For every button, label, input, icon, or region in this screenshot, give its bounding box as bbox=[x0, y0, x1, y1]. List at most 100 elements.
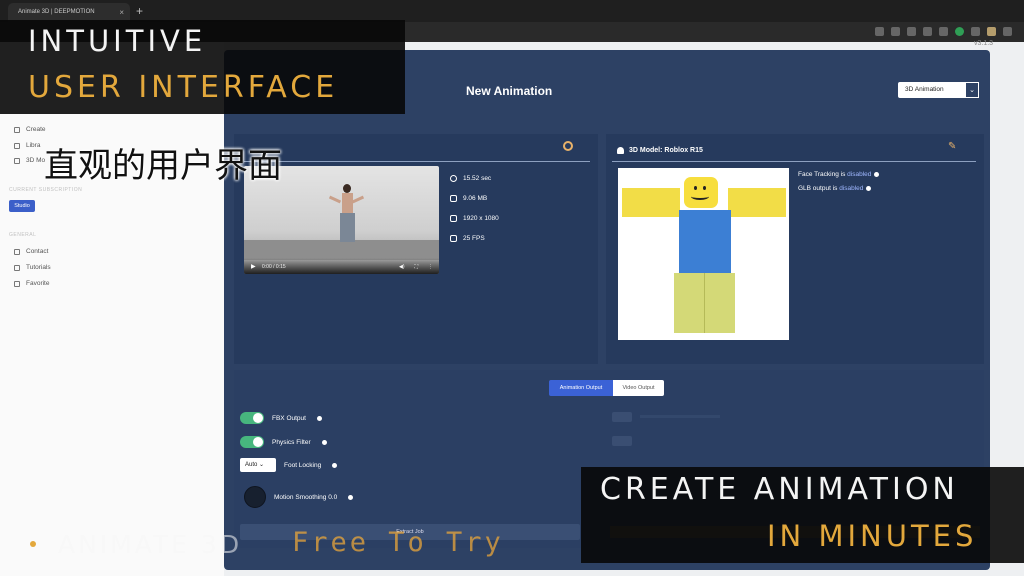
sidebar-item-tutorials[interactable]: Tutorials bbox=[14, 264, 51, 271]
status-value[interactable]: disabled bbox=[847, 171, 871, 178]
sidebar-section-subscription: CURRENT SUBSCRIPTION bbox=[9, 187, 83, 193]
play-icon[interactable]: ▶ bbox=[251, 263, 256, 270]
sidebar-item-3d-models[interactable]: 3D Mo bbox=[14, 157, 45, 164]
user-icon bbox=[617, 147, 624, 154]
extension-green-icon[interactable] bbox=[955, 27, 964, 36]
model-title: 3D Model: Roblox R15 bbox=[617, 147, 703, 154]
share-icon[interactable] bbox=[907, 27, 916, 36]
edit-icon[interactable]: ✎ bbox=[948, 141, 956, 152]
file-icon bbox=[450, 194, 457, 202]
status-label: GLB output is bbox=[798, 185, 840, 192]
monitor-icon bbox=[450, 214, 457, 222]
info-icon[interactable] bbox=[866, 185, 872, 191]
sidebar-item-library[interactable]: Libra bbox=[14, 142, 40, 149]
brand-name: ANIMATE 3D bbox=[58, 530, 243, 559]
book-icon bbox=[14, 264, 20, 271]
page-title: New Animation bbox=[466, 84, 553, 98]
divider bbox=[612, 161, 976, 162]
stat-value: 1920 x 1080 bbox=[463, 214, 499, 222]
free-to-try: Free To Try bbox=[292, 527, 504, 558]
brand-dot bbox=[30, 541, 36, 547]
stat-value: 9.06 MB bbox=[463, 194, 488, 202]
tab-title: Animate 3D | DEEPMOTION bbox=[18, 9, 95, 15]
caption-user-interface: USER INTERFACE bbox=[28, 70, 339, 105]
sidebar-item-create[interactable]: Create bbox=[14, 126, 46, 133]
smoothing-dial[interactable] bbox=[244, 486, 266, 508]
menu-icon[interactable] bbox=[1003, 27, 1012, 36]
model-title-text: 3D Model: Roblox R15 bbox=[629, 147, 703, 154]
status-value[interactable]: disabled bbox=[839, 185, 863, 192]
option-label: Foot Locking bbox=[284, 461, 322, 469]
info-icon[interactable] bbox=[321, 439, 327, 445]
physics-filter-toggle[interactable] bbox=[240, 436, 264, 448]
version-label: v3.1.3 bbox=[974, 40, 994, 47]
chevron-down-icon: ⌄ bbox=[259, 462, 265, 468]
clock-icon bbox=[450, 174, 457, 182]
search-icon[interactable] bbox=[891, 27, 900, 36]
chevron-down-icon[interactable]: ⌄ bbox=[965, 82, 979, 98]
sidebar-item-label: Create bbox=[26, 126, 46, 133]
divider bbox=[244, 161, 590, 162]
more-icon[interactable]: ⋮ bbox=[428, 264, 433, 270]
glb-output-status: GLB output is disabled bbox=[798, 182, 879, 196]
caption-chinese: 直观的用户界面 bbox=[44, 146, 282, 186]
sidebar-item-favorite[interactable]: Favorite bbox=[14, 280, 49, 287]
video-time: 0:00 / 0:15 bbox=[262, 264, 286, 270]
video-output-placeholder bbox=[612, 436, 632, 446]
model-arm-left bbox=[622, 188, 680, 217]
physics-filter-row: Physics Filter bbox=[240, 436, 327, 448]
info-icon[interactable] bbox=[332, 462, 338, 468]
eye-icon bbox=[14, 157, 20, 164]
motion-smoothing-row: Motion Smoothing 0.0 bbox=[244, 486, 354, 508]
model-eye bbox=[703, 186, 706, 190]
model-head bbox=[684, 177, 718, 208]
sidebar-item-label: Libra bbox=[26, 142, 41, 149]
model-legs bbox=[674, 273, 735, 333]
info-icon[interactable] bbox=[348, 494, 354, 500]
puzzle-icon[interactable] bbox=[971, 27, 980, 36]
fullscreen-icon[interactable]: ⛶ bbox=[414, 264, 418, 270]
status-label: Face Tracking is bbox=[798, 171, 848, 178]
info-icon[interactable] bbox=[874, 171, 880, 177]
option-label: Motion Smoothing 0.0 bbox=[274, 493, 338, 501]
model-viewer[interactable] bbox=[618, 168, 789, 340]
volume-icon[interactable]: ◀) bbox=[399, 264, 405, 270]
dancer-legs bbox=[340, 213, 355, 242]
video-output-placeholder bbox=[612, 412, 632, 422]
fbx-output-toggle[interactable] bbox=[240, 412, 264, 424]
foot-locking-select[interactable]: Auto ⌄ bbox=[240, 458, 276, 472]
lock-icon[interactable] bbox=[923, 27, 932, 36]
model-properties: Face Tracking is disabled GLB output is … bbox=[798, 168, 880, 196]
sidebar-item-contact[interactable]: Contact bbox=[14, 248, 48, 255]
sidebar-section-general: GENERAL bbox=[9, 232, 37, 238]
heart-icon bbox=[14, 280, 20, 287]
model-eye bbox=[694, 186, 697, 190]
tab-video-output[interactable]: Video Output bbox=[613, 380, 664, 396]
settings-icon[interactable] bbox=[563, 141, 573, 151]
new-tab-button[interactable]: + bbox=[136, 3, 143, 19]
video-ground bbox=[244, 240, 439, 260]
profile-avatar[interactable] bbox=[987, 27, 996, 36]
stat-resolution: 1920 x 1080 bbox=[450, 208, 499, 228]
stat-size: 9.06 MB bbox=[450, 188, 499, 208]
sidebar-item-label: Contact bbox=[26, 248, 49, 255]
mode-select[interactable]: 3D Animation ⌄ bbox=[898, 82, 979, 98]
create-icon bbox=[14, 126, 20, 133]
info-icon[interactable] bbox=[316, 415, 322, 421]
star-icon[interactable] bbox=[939, 27, 948, 36]
dancer-arm bbox=[351, 195, 365, 204]
key-icon[interactable] bbox=[875, 27, 884, 36]
face-tracking-status: Face Tracking is disabled bbox=[798, 168, 880, 182]
stat-value: 15.52 sec bbox=[463, 174, 492, 182]
toggle-knob bbox=[253, 437, 263, 447]
select-value: Auto bbox=[245, 462, 258, 468]
leg-split bbox=[704, 273, 705, 333]
plan-button[interactable]: Studio bbox=[9, 200, 35, 212]
model-torso bbox=[679, 210, 731, 273]
tab-animation-output[interactable]: Animation Output bbox=[549, 380, 613, 396]
dancer-torso bbox=[342, 193, 353, 213]
dancer-head bbox=[343, 184, 351, 193]
stat-fps: 25 FPS bbox=[450, 228, 499, 248]
sidebar-item-label: 3D Mo bbox=[26, 157, 46, 164]
caption-create-animation: CREATE ANIMATION bbox=[600, 472, 959, 507]
